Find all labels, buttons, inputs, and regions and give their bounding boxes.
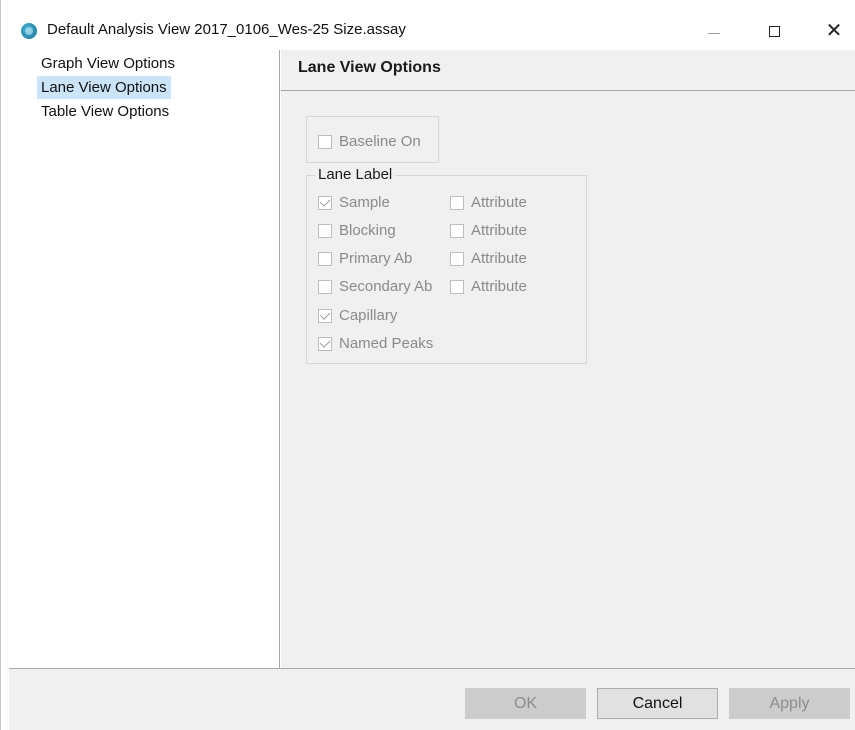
blocking-option[interactable]: Blocking <box>318 222 396 239</box>
nav-item-lane-view-options[interactable]: Lane View Options <box>37 76 171 99</box>
blocking-checkbox[interactable] <box>318 223 332 238</box>
minimize-button[interactable] <box>691 10 737 50</box>
secondary-ab-attribute-option[interactable]: Attribute <box>450 278 527 295</box>
secondary-ab-checkbox[interactable] <box>318 279 332 294</box>
sample-attribute-checkbox[interactable] <box>450 195 464 210</box>
secondary-ab-label: Secondary Ab <box>339 278 433 295</box>
options-nav: Graph View Options Lane View Options Tab… <box>9 50 280 668</box>
ok-button[interactable]: OK <box>465 688 586 719</box>
named-peaks-option[interactable]: Named Peaks <box>318 335 433 352</box>
panel-header: Lane View Options <box>281 50 855 91</box>
blocking-attribute-label: Attribute <box>471 222 527 239</box>
lane-view-options-panel: Lane View Options Baseline On Lane Label… <box>281 50 855 668</box>
baseline-on-option[interactable]: Baseline On <box>318 133 421 150</box>
secondary-ab-option[interactable]: Secondary Ab <box>318 278 432 295</box>
capillary-option[interactable]: Capillary <box>318 307 397 324</box>
title-bar[interactable]: Default Analysis View 2017_0106_Wes-25 S… <box>1 0 855 50</box>
capillary-checkbox[interactable] <box>318 308 332 323</box>
primary-ab-label: Primary Ab <box>339 250 413 267</box>
primary-ab-attribute-option[interactable]: Attribute <box>450 250 527 267</box>
lane-label-legend: Lane Label <box>315 166 396 183</box>
secondary-ab-attribute-label: Attribute <box>471 278 527 295</box>
blocking-attribute-checkbox[interactable] <box>450 223 464 238</box>
primary-ab-checkbox[interactable] <box>318 251 332 266</box>
blocking-label: Blocking <box>339 222 396 239</box>
primary-ab-attribute-label: Attribute <box>471 250 527 267</box>
cancel-button[interactable]: Cancel <box>597 688 718 719</box>
minimize-icon <box>708 32 720 34</box>
baseline-group: Baseline On <box>306 116 439 163</box>
maximize-button[interactable] <box>751 10 797 50</box>
maximize-icon <box>768 25 780 37</box>
panel-title: Lane View Options <box>298 59 441 76</box>
lane-label-group: Lane Label Sample Blocking Primary Ab Se… <box>306 166 587 364</box>
sample-checkbox[interactable] <box>318 195 332 210</box>
secondary-ab-attribute-checkbox[interactable] <box>450 279 464 294</box>
close-icon: ✕ <box>825 20 843 42</box>
sample-label: Sample <box>339 194 390 211</box>
dialog-window: Default Analysis View 2017_0106_Wes-25 S… <box>0 0 855 730</box>
primary-ab-attribute-checkbox[interactable] <box>450 251 464 266</box>
blocking-attribute-option[interactable]: Attribute <box>450 222 527 239</box>
nav-item-graph-view-options[interactable]: Graph View Options <box>37 52 179 75</box>
named-peaks-checkbox[interactable] <box>318 336 332 351</box>
baseline-on-checkbox[interactable] <box>318 134 332 149</box>
close-button[interactable]: ✕ <box>811 10 855 50</box>
dialog-button-bar: OK Cancel Apply <box>9 668 855 730</box>
named-peaks-label: Named Peaks <box>339 335 434 352</box>
sample-option[interactable]: Sample <box>318 194 390 211</box>
baseline-on-label: Baseline On <box>339 133 421 150</box>
sample-attribute-option[interactable]: Attribute <box>450 194 527 211</box>
apply-button[interactable]: Apply <box>729 688 850 719</box>
sample-attribute-label: Attribute <box>471 194 527 211</box>
nav-item-table-view-options[interactable]: Table View Options <box>37 100 173 123</box>
capillary-label: Capillary <box>339 307 398 324</box>
app-icon <box>21 23 37 39</box>
window-title: Default Analysis View 2017_0106_Wes-25 S… <box>47 21 406 38</box>
primary-ab-option[interactable]: Primary Ab <box>318 250 412 267</box>
